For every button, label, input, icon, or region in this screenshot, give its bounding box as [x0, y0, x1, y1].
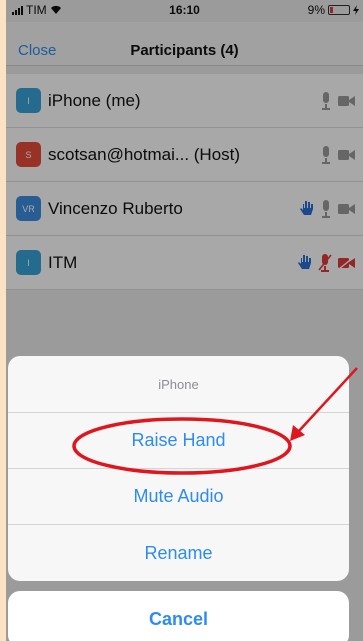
video-camera-icon — [338, 203, 355, 214]
rename-button[interactable]: Rename — [8, 525, 349, 581]
charging-icon — [353, 5, 359, 15]
avatar: I — [16, 88, 41, 113]
battery-icon — [328, 5, 350, 15]
video-off-icon — [338, 255, 355, 270]
participant-row[interactable]: S scotsan@hotmai... (Host) — [6, 128, 363, 182]
participant-row[interactable]: VR Vincenzo Ruberto — [6, 182, 363, 236]
microphone-icon — [322, 199, 330, 218]
participant-name: Vincenzo Ruberto — [48, 198, 183, 218]
mute-audio-button[interactable]: Mute Audio — [8, 469, 349, 525]
participant-row[interactable]: I iPhone (me) — [6, 74, 363, 128]
microphone-icon — [322, 91, 330, 110]
participant-status-icons — [300, 199, 355, 218]
participant-row[interactable]: I ITM — [6, 236, 363, 290]
status-right: 9% — [308, 3, 359, 17]
video-camera-icon — [338, 149, 355, 160]
microphone-muted-icon — [318, 253, 332, 272]
participant-list: I iPhone (me) S scotsan@hotmai... (Host)… — [6, 74, 363, 290]
action-sheet: iPhone Raise Hand Mute Audio Rename — [8, 356, 349, 581]
participant-name: scotsan@hotmai... (Host) — [48, 144, 241, 164]
raise-hand-button[interactable]: Raise Hand — [8, 413, 349, 469]
participant-status-icons — [298, 253, 355, 272]
avatar: S — [16, 142, 41, 167]
page-title: Participants (4) — [130, 42, 239, 59]
raised-hand-icon — [300, 201, 313, 215]
nav-bar: Close Participants (4) — [6, 22, 363, 66]
participant-name: ITM — [48, 252, 78, 272]
participant-status-icons — [320, 91, 355, 110]
participant-name: iPhone (me) — [48, 90, 141, 110]
cancel-button[interactable]: Cancel — [8, 591, 349, 641]
battery-percent: 9% — [307, 3, 325, 17]
avatar: I — [16, 250, 41, 275]
microphone-icon — [322, 145, 330, 164]
action-sheet-title: iPhone — [8, 356, 349, 413]
video-camera-icon — [338, 95, 355, 106]
avatar: VR — [16, 196, 41, 221]
status-bar: TIM 16:10 9% — [6, 0, 363, 20]
raised-hand-icon — [298, 255, 311, 269]
participant-status-icons — [320, 145, 355, 164]
